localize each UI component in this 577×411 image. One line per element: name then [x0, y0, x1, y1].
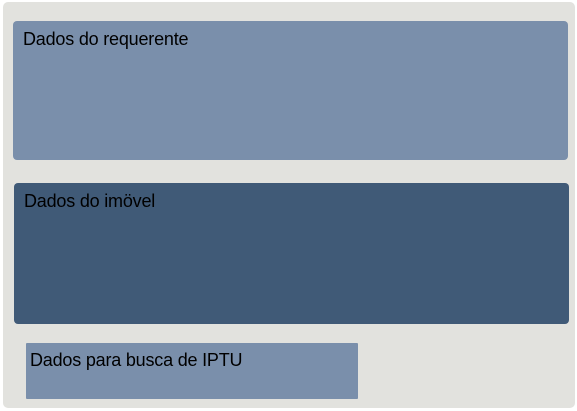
imovel-section-panel[interactable]: Dados do imövel: [14, 183, 569, 324]
requerente-section-panel[interactable]: Dados do requerente: [13, 21, 568, 160]
imovel-section-label: Dados do imövel: [24, 191, 156, 211]
iptu-search-section-panel[interactable]: Dados para busca de IPTU: [26, 343, 358, 399]
requerente-section-label: Dados do requerente: [23, 29, 189, 49]
iptu-search-section-label: Dados para busca de IPTU: [30, 350, 243, 370]
